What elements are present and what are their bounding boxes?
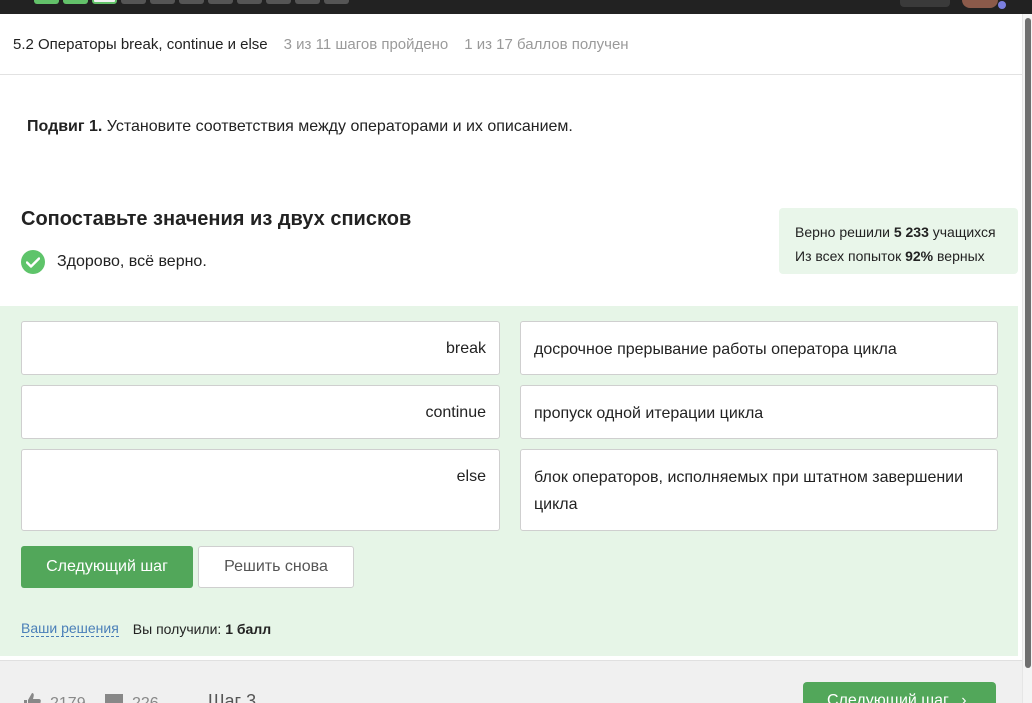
step-progress [34, 0, 349, 4]
match-left-item-else[interactable]: else [21, 449, 500, 531]
your-solutions-link[interactable]: Ваши решения [21, 620, 119, 637]
lesson-title[interactable]: 5.2 Операторы break, continue и else [13, 36, 268, 53]
top-menu-button[interactable] [900, 0, 950, 7]
step-footer: 2179 226 Шаг 3 Следующий шаг › [0, 660, 1022, 703]
stats-solved-suffix: учащихся [928, 224, 996, 240]
task-prefix: Подвиг 1. [27, 118, 103, 135]
points-received: Вы получили: 1 балл [133, 621, 271, 637]
match-right-item-1[interactable]: досрочное прерывание работы оператора ци… [520, 321, 998, 375]
notification-dot [998, 1, 1006, 9]
stats-percent-line: Из всех попыток 92% верных [795, 244, 1018, 268]
step-indicator-2[interactable] [63, 0, 88, 4]
solutions-bar: Ваши решения Вы получили: 1 балл [21, 620, 271, 637]
top-navigation-bar [0, 0, 1032, 14]
match-right-item-2[interactable]: пропуск одной итерации цикла [520, 385, 998, 439]
step-label: Шаг 3 [208, 691, 257, 703]
step-indicator-4[interactable] [121, 0, 146, 4]
points-received-value: 1 балл [225, 620, 272, 637]
comment-count: 226 [132, 694, 159, 703]
footer-next-step-button[interactable]: Следующий шаг › [803, 682, 996, 703]
steps-progress-text: 3 из 11 шагов пройдено [283, 35, 449, 53]
like-count: 2179 [50, 694, 86, 703]
lesson-header: 5.2 Операторы break, continue и else 3 и… [0, 14, 1022, 75]
next-step-button[interactable]: Следующий шаг [21, 546, 193, 588]
stats-solved-line: Верно решили 5 233 учащихся [795, 220, 1018, 244]
page: 5.2 Операторы break, continue и else 3 и… [0, 0, 1032, 703]
match-left-item-break[interactable]: break [21, 321, 500, 375]
step-indicator-3[interactable] [92, 0, 117, 4]
comment-icon [104, 691, 124, 703]
step-indicator-11[interactable] [324, 0, 349, 4]
step-indicator-9[interactable] [266, 0, 291, 4]
points-text: 1 из 17 баллов получен [464, 35, 629, 53]
step-indicator-1[interactable] [34, 0, 59, 4]
step-indicator-10[interactable] [295, 0, 320, 4]
scrollbar-thumb[interactable] [1025, 18, 1031, 668]
question-title: Сопоставьте значения из двух списков [21, 208, 412, 230]
stats-percent-prefix: Из всех попыток [795, 248, 906, 264]
match-left-item-continue[interactable]: continue [21, 385, 500, 439]
step-indicator-7[interactable] [208, 0, 233, 4]
avatar[interactable] [962, 0, 998, 8]
chevron-right-icon: › [961, 692, 967, 703]
footer-next-step-label: Следующий шаг [827, 692, 949, 703]
like-button[interactable]: 2179 [22, 691, 86, 703]
stats-panel: Верно решили 5 233 учащихся Из всех попы… [779, 208, 1018, 274]
check-circle-icon [21, 250, 45, 274]
status-text: Здорово, всё верно. [57, 253, 207, 270]
step-indicator-5[interactable] [150, 0, 175, 4]
step-indicator-6[interactable] [179, 0, 204, 4]
task-text: Установите соответствия между операторам… [102, 118, 573, 135]
step-indicator-8[interactable] [237, 0, 262, 4]
scrollbar[interactable] [1022, 14, 1032, 703]
stats-solved-prefix: Верно решили [795, 224, 894, 240]
thumbs-up-icon [22, 691, 42, 703]
stats-percent-suffix: верных [933, 248, 985, 264]
retry-button[interactable]: Решить снова [198, 546, 354, 588]
comments-button[interactable]: 226 [104, 691, 159, 703]
stats-solved-count: 5 233 [893, 224, 929, 240]
points-received-label: Вы получили: [132, 620, 226, 637]
stats-percent-value: 92% [905, 248, 934, 264]
result-status: Здорово, всё верно. [21, 250, 207, 274]
match-right-item-3[interactable]: блок операторов, исполняемых при штатном… [520, 449, 998, 531]
task-description: Подвиг 1. Установите соответствия между … [27, 118, 573, 136]
